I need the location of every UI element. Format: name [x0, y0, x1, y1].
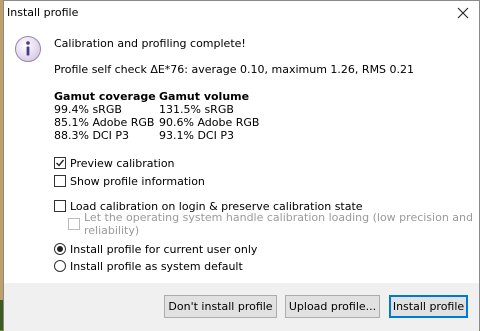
install-profile-dialog: Install profile Calibration and profilin… [3, 0, 480, 331]
button-bar: Don't install profile Upload profile... … [4, 283, 479, 331]
title-bar: Install profile [4, 1, 479, 25]
volume-adobe-rgb: 90.6% Adobe RGB [159, 116, 260, 129]
self-check-summary: Profile self check ΔE*76: average 0.10, … [54, 63, 415, 76]
install-current-user-option[interactable]: Install profile for current user only [54, 242, 257, 256]
radio-selected-dot [57, 246, 63, 252]
dont-install-profile-button[interactable]: Don't install profile [164, 295, 277, 318]
install-system-default-radio[interactable] [54, 260, 66, 272]
coverage-srgb: 99.4% sRGB [54, 103, 122, 116]
show-profile-information-option[interactable]: Show profile information [54, 174, 205, 188]
volume-dci-p3: 93.1% DCI P3 [159, 129, 234, 142]
preview-calibration-checkbox[interactable] [54, 157, 66, 169]
result-headline: Calibration and profiling complete! [54, 37, 246, 50]
install-system-default-label: Install profile as system default [70, 259, 243, 273]
show-profile-information-label: Show profile information [70, 174, 205, 188]
window-title: Install profile [7, 6, 79, 19]
os-calibration-loading-checkbox [68, 218, 80, 230]
close-button[interactable] [447, 1, 479, 25]
info-icon [15, 36, 41, 62]
install-current-user-label: Install profile for current user only [70, 242, 258, 256]
coverage-dci-p3: 88.3% DCI P3 [54, 129, 129, 142]
load-calibration-checkbox[interactable] [54, 200, 66, 212]
gamut-volume-column: Gamut volume 131.5% sRGB 90.6% Adobe RGB… [159, 90, 259, 142]
gamut-coverage-column: Gamut coverage 99.4% sRGB 85.1% Adobe RG… [54, 90, 156, 142]
os-calibration-loading-option: Let the operating system handle calibrat… [68, 211, 479, 237]
gamut-volume-heading: Gamut volume [159, 90, 250, 103]
preview-calibration-option[interactable]: Preview calibration [54, 156, 175, 170]
gamut-coverage-heading: Gamut coverage [54, 90, 156, 103]
close-icon [457, 7, 469, 18]
volume-srgb: 131.5% sRGB [159, 103, 234, 116]
install-profile-button[interactable]: Install profile [389, 295, 468, 318]
checkmark-icon [56, 159, 65, 167]
install-current-user-radio[interactable] [54, 243, 66, 255]
os-calibration-loading-label: Let the operating system handle calibrat… [84, 211, 473, 237]
preview-calibration-label: Preview calibration [70, 156, 175, 170]
coverage-adobe-rgb: 85.1% Adobe RGB [54, 116, 155, 129]
install-system-default-option[interactable]: Install profile as system default [54, 259, 243, 273]
show-profile-information-checkbox[interactable] [54, 175, 66, 187]
upload-profile-button[interactable]: Upload profile... [285, 295, 380, 318]
